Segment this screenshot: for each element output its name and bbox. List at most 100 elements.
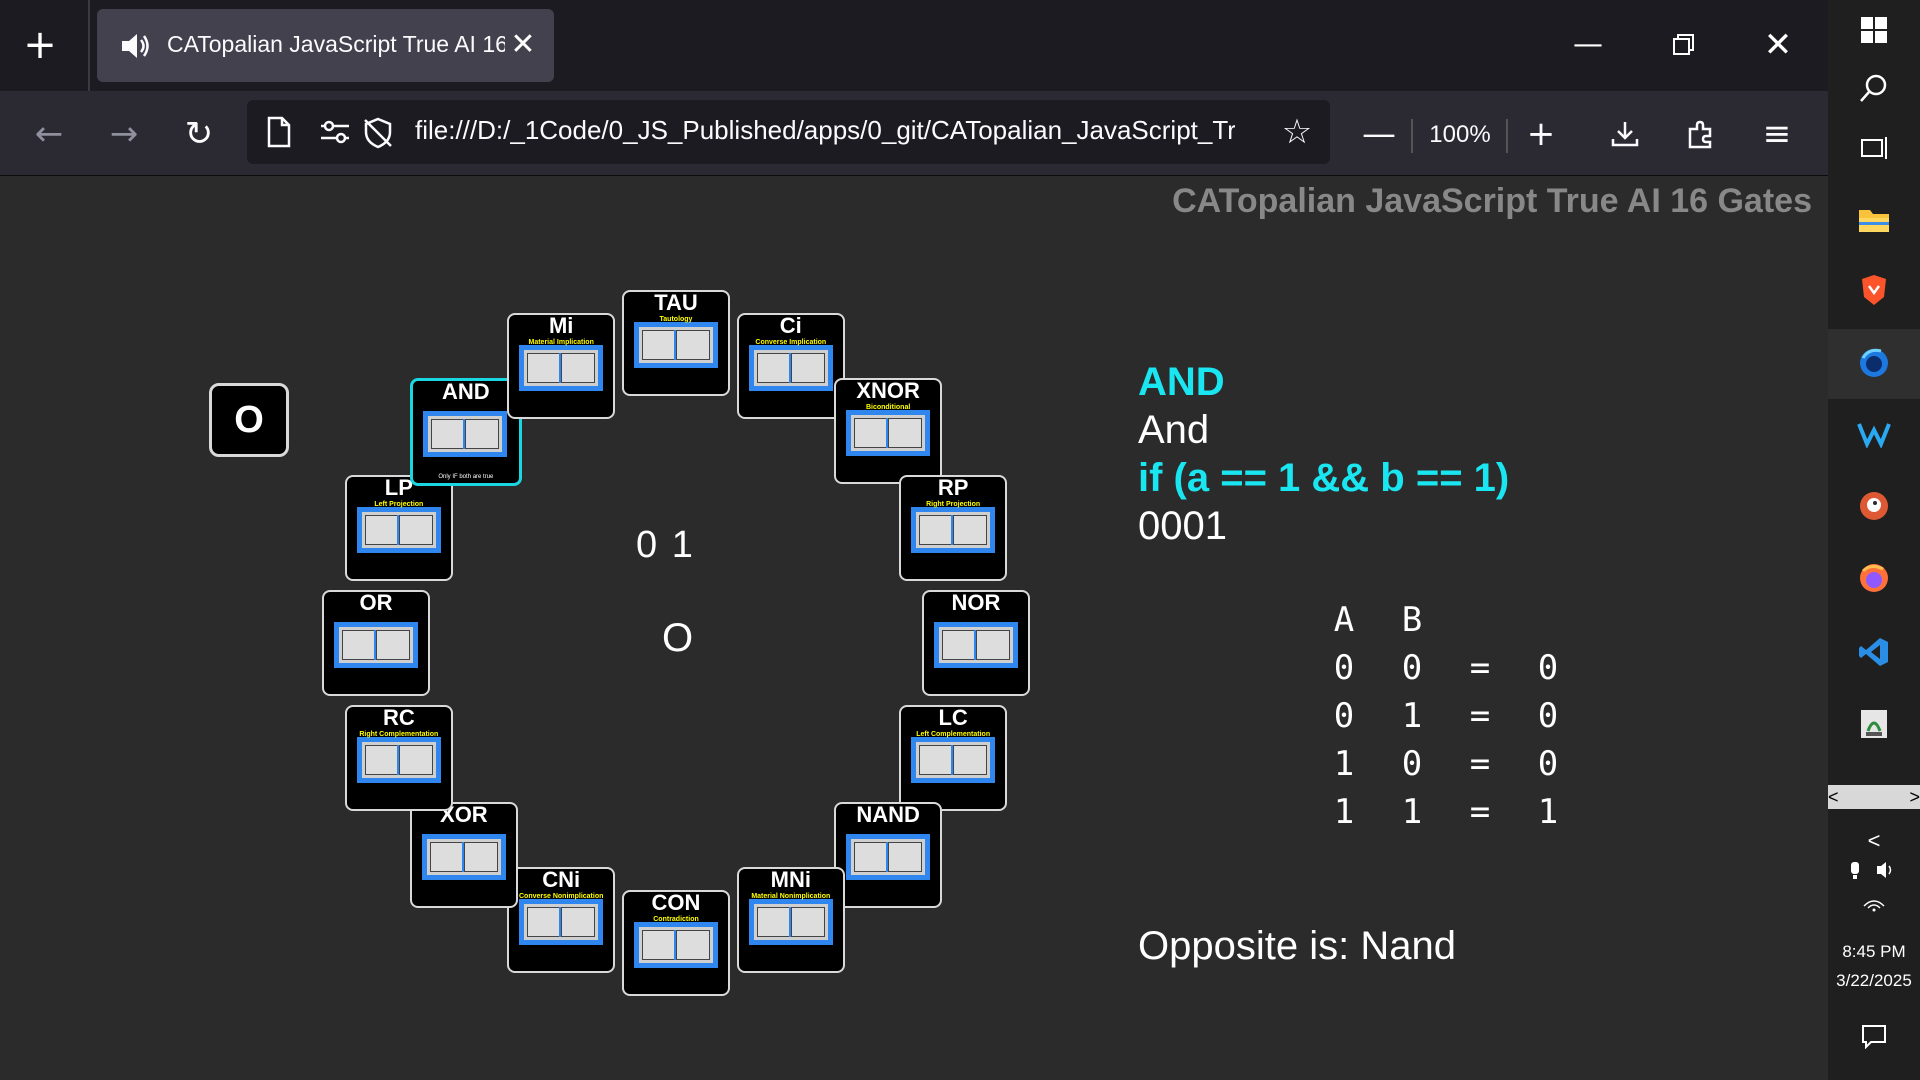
notifications-icon[interactable] bbox=[1846, 1010, 1902, 1062]
table-cell: 0 bbox=[1537, 744, 1559, 784]
gate-subtitle: Right Projection bbox=[926, 501, 981, 509]
url-bar[interactable]: file:///D:/_1Code/0_JS_Published/apps/0_… bbox=[247, 100, 1330, 164]
close-tab-icon[interactable]: ✕ bbox=[508, 27, 538, 63]
gate-label: NAND bbox=[856, 802, 920, 828]
gate-subtitle: Converse Implication bbox=[755, 338, 827, 346]
maximize-icon[interactable] bbox=[1654, 20, 1714, 70]
venn-right bbox=[976, 630, 1010, 660]
file-explorer-icon[interactable] bbox=[1846, 194, 1902, 246]
venn-right bbox=[398, 744, 433, 775]
waterfox-icon[interactable] bbox=[1846, 408, 1902, 460]
column-header bbox=[1446, 596, 1514, 644]
gate-card-xnor[interactable]: Biconditional XNOR bbox=[834, 377, 943, 484]
gate-label: XNOR bbox=[856, 377, 920, 403]
chevron-left-icon[interactable]: < bbox=[1828, 787, 1839, 808]
gate-card-or[interactable]: OR bbox=[322, 590, 430, 696]
venn-left bbox=[364, 744, 399, 775]
gate-name: AND bbox=[1138, 360, 1225, 404]
tab-bar: + CATopalian JavaScript True AI 16 ✕ — ✕ bbox=[0, 0, 1828, 91]
venn-left bbox=[756, 907, 791, 938]
venn-left bbox=[919, 744, 954, 775]
zoom-out-icon[interactable]: — bbox=[1354, 109, 1404, 159]
venn-diagram bbox=[422, 410, 507, 457]
forward-icon[interactable]: → bbox=[99, 109, 149, 159]
vscode-icon[interactable] bbox=[1846, 626, 1902, 678]
table-cell: = bbox=[1469, 744, 1491, 784]
downloads-icon[interactable] bbox=[1600, 109, 1650, 159]
windows-start-icon[interactable] bbox=[1846, 4, 1902, 56]
gate-label: TAU bbox=[654, 290, 698, 315]
chevron-right-icon[interactable]: > bbox=[1909, 787, 1920, 808]
page-title: CATopalian JavaScript True AI 16 Gates bbox=[1172, 182, 1812, 220]
divider bbox=[1506, 119, 1508, 153]
permissions-icon[interactable] bbox=[319, 118, 351, 146]
venn-right bbox=[888, 417, 923, 448]
gate-card-mi[interactable]: Material Implication Mi bbox=[507, 312, 616, 419]
firefox-icon[interactable] bbox=[1846, 552, 1902, 604]
menu-icon[interactable]: ≡ bbox=[1752, 109, 1802, 159]
gate-label: Ci bbox=[779, 312, 802, 338]
clock-time[interactable]: 8:45 PM bbox=[1828, 942, 1920, 962]
browser-tab[interactable]: CATopalian JavaScript True AI 16 ✕ bbox=[97, 9, 554, 82]
column-header bbox=[1514, 596, 1582, 644]
venn-left bbox=[854, 842, 889, 873]
gate-card-nand[interactable]: NAND bbox=[834, 802, 943, 909]
firefox-developer-icon[interactable] bbox=[1846, 337, 1902, 389]
reload-icon[interactable]: ↻ bbox=[174, 109, 224, 159]
url-text[interactable]: file:///D:/_1Code/0_JS_Published/apps/0_… bbox=[415, 115, 1235, 146]
table-cell: 0 bbox=[1333, 696, 1355, 736]
venn-diagram bbox=[911, 507, 996, 554]
speaker-icon[interactable] bbox=[119, 31, 151, 61]
gate-card-lp[interactable]: Left Projection LP bbox=[344, 475, 453, 582]
venn-left bbox=[919, 515, 954, 546]
gate-card-nor[interactable]: NOR bbox=[922, 590, 1030, 696]
table-cell: = bbox=[1469, 792, 1491, 832]
search-icon[interactable] bbox=[1846, 62, 1902, 114]
navigation-bar: ← → ↻ file:///D:/_1Code/0_JS_Published/a… bbox=[0, 91, 1828, 176]
wifi-icon[interactable] bbox=[1846, 876, 1902, 928]
gate-subtitle: Material Implication bbox=[528, 338, 594, 346]
gate-card-rc[interactable]: Right Complementation RC bbox=[344, 704, 453, 811]
venn-left bbox=[342, 630, 376, 660]
opposite-gate-text: Opposite is: Nand bbox=[1138, 924, 1456, 968]
o-button[interactable]: O bbox=[209, 383, 289, 457]
gate-card-mni[interactable]: Material Nonimplication MNi bbox=[736, 867, 845, 974]
table-cell: 0 bbox=[1333, 648, 1355, 688]
venn-left bbox=[642, 330, 676, 360]
extensions-icon[interactable] bbox=[1676, 109, 1726, 159]
app-icon[interactable] bbox=[1846, 698, 1902, 750]
gate-card-lc[interactable]: Left Complementation LC bbox=[899, 704, 1008, 811]
task-view-icon[interactable] bbox=[1846, 122, 1902, 174]
taskbar: < > < 8:45 PM 3/22/2025 bbox=[1828, 0, 1920, 1080]
gate-label: NOR bbox=[951, 590, 1001, 615]
zoom-level[interactable]: 100% bbox=[1425, 121, 1495, 149]
bookmark-star-icon[interactable]: ☆ bbox=[1277, 112, 1317, 152]
gate-card-tau[interactable]: Tautology TAU bbox=[622, 290, 730, 396]
minimize-icon[interactable]: — bbox=[1558, 20, 1618, 70]
gate-subtitle: Converse Nonimplication bbox=[518, 893, 604, 901]
gate-code: if (a == 1 && b == 1) bbox=[1138, 456, 1510, 500]
gate-card-xor[interactable]: XOR bbox=[409, 802, 518, 909]
gate-card-cni[interactable]: Converse Nonimplication CNi bbox=[507, 867, 616, 974]
gate-card-ci[interactable]: Converse Implication Ci bbox=[736, 312, 845, 419]
venn-diagram bbox=[748, 899, 833, 946]
venn-diagram bbox=[911, 736, 996, 783]
table-cell: 1 bbox=[1333, 744, 1355, 784]
back-icon[interactable]: ← bbox=[24, 109, 74, 159]
duckduckgo-icon[interactable] bbox=[1846, 480, 1902, 532]
gate-subtitle: Tautology bbox=[659, 316, 693, 323]
taskbar-scrollbar[interactable]: < > bbox=[1828, 785, 1920, 809]
zoom-in-icon[interactable]: + bbox=[1516, 109, 1566, 159]
gate-card-rp[interactable]: Right Projection RP bbox=[899, 475, 1008, 582]
clock-date[interactable]: 3/22/2025 bbox=[1828, 971, 1920, 991]
gate-label: RP bbox=[937, 475, 969, 501]
gate-label: CNi bbox=[542, 867, 581, 893]
gate-card-con[interactable]: Contradiction CON bbox=[622, 890, 730, 996]
new-tab-icon[interactable]: + bbox=[14, 22, 66, 70]
gate-card-and[interactable]: AND Only IF both are true bbox=[409, 377, 522, 486]
brave-browser-icon[interactable] bbox=[1846, 264, 1902, 316]
venn-diagram bbox=[334, 622, 418, 668]
tracking-protection-icon[interactable] bbox=[361, 116, 395, 150]
close-window-icon[interactable]: ✕ bbox=[1748, 20, 1808, 70]
gate-subtitle: Left Projection bbox=[374, 501, 424, 509]
